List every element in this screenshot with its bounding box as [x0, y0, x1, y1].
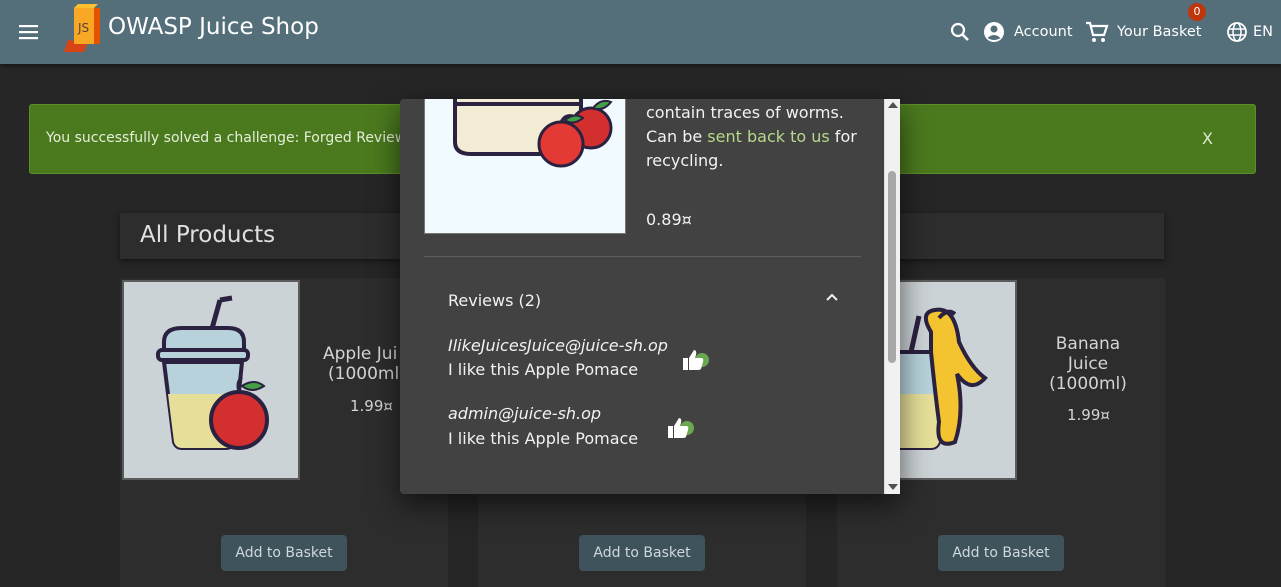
- product-name-line1: Banana: [1055, 334, 1121, 354]
- scrollbar-thumb[interactable]: [888, 171, 896, 363]
- apple-juice-image-icon: [156, 295, 269, 450]
- product-name: Banana Juice (1000ml): [1031, 334, 1145, 394]
- basket-button[interactable]: Your Basket: [1084, 0, 1201, 64]
- review-text: I like this Apple Pomace: [448, 429, 639, 448]
- search-button[interactable]: [948, 0, 972, 64]
- add-to-basket-button[interactable]: Add to Basket: [221, 535, 347, 571]
- shopping-cart-icon: [1086, 21, 1109, 42]
- all-products-title: All Products: [140, 222, 276, 248]
- description-line: recycling.: [646, 151, 724, 170]
- chevron-up-icon[interactable]: [824, 289, 840, 305]
- sent-back-link[interactable]: sent back to us: [707, 127, 829, 146]
- search-icon: [950, 22, 969, 41]
- app-title[interactable]: OWASP Juice Shop: [108, 14, 319, 40]
- product-price: 1.99¤: [1067, 406, 1110, 424]
- account-button[interactable]: Account: [982, 0, 1073, 64]
- review-text: I like this Apple Pomace: [448, 360, 639, 379]
- top-toolbar: JS OWASP Juice Shop Account Your Basket …: [0, 0, 1281, 64]
- thumbs-up-icon[interactable]: [680, 348, 710, 372]
- account-label: Account: [1014, 24, 1073, 40]
- basket-label: Your Basket: [1117, 24, 1202, 40]
- description-text: for: [829, 127, 857, 146]
- description-line: contain traces of worms.: [646, 103, 844, 122]
- review-author: admin@juice-sh.op: [448, 404, 602, 423]
- product-details-dialog: contain traces of worms. Can be sent bac…: [400, 99, 900, 494]
- product-price: 0.89¤: [646, 210, 692, 229]
- description-text: Can be: [646, 127, 708, 146]
- language-button[interactable]: EN: [1226, 0, 1273, 64]
- juice-shop-logo-icon[interactable]: JS: [58, 2, 106, 54]
- notification-close-button[interactable]: X: [1202, 129, 1213, 148]
- dialog-scrollbar[interactable]: [884, 99, 900, 494]
- product-detail-image: [424, 99, 626, 234]
- review-author: IlikeJuicesJuice@juice-sh.op: [448, 336, 668, 355]
- add-to-basket-button[interactable]: Add to Basket: [579, 535, 705, 571]
- menu-icon: [19, 25, 38, 40]
- description-line: Can be sent back to us for: [646, 125, 876, 149]
- product-description: contain traces of worms. Can be sent bac…: [646, 101, 876, 173]
- product-card[interactable]: Apple Jui (1000ml 1.99¤ Add to Basket: [120, 278, 448, 587]
- thumbs-up-icon[interactable]: [665, 416, 695, 440]
- notification-message: You successfully solved a challenge: For…: [46, 130, 417, 146]
- svg-text:JS: JS: [77, 21, 89, 35]
- reviews-expansion-header[interactable]: Reviews (2): [448, 291, 541, 310]
- scroll-down-arrow-icon[interactable]: [888, 484, 898, 490]
- product-name-line3: (1000ml): [1049, 374, 1127, 394]
- basket-count-badge: 0: [1188, 3, 1206, 21]
- apple-pomace-image-icon: [441, 99, 625, 233]
- product-image: [122, 280, 300, 480]
- globe-icon: [1227, 22, 1247, 42]
- account-circle-icon: [984, 22, 1004, 42]
- add-to-basket-button[interactable]: Add to Basket: [938, 535, 1064, 571]
- language-label: EN: [1253, 24, 1274, 40]
- divider: [424, 256, 861, 257]
- product-name-line2: Juice: [1067, 354, 1109, 374]
- scroll-up-arrow-icon[interactable]: [888, 102, 898, 108]
- menu-button[interactable]: [14, 18, 44, 46]
- product-price: 1.99¤: [350, 397, 393, 415]
